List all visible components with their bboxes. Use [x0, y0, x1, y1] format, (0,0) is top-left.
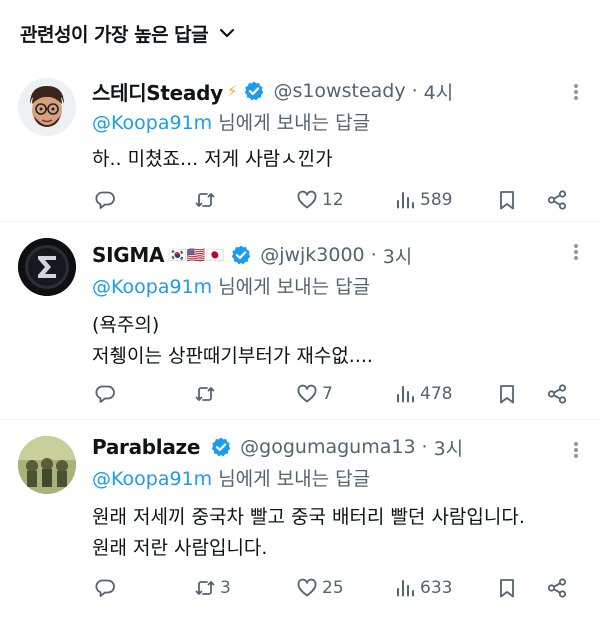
timestamp[interactable]: 3시 [383, 242, 413, 269]
reply-context-suffix: 님에게 보내는 답글 [212, 468, 371, 490]
avatar[interactable] [18, 238, 76, 296]
separator-dot: · [421, 436, 428, 458]
user-handle[interactable]: @gogumaguma13 [240, 436, 415, 458]
verified-badge-icon [230, 244, 252, 266]
reply-context: @Koopa91m 님에게 보내는 답글 [92, 106, 586, 140]
reply-context: @Koopa91m 님에게 보내는 답글 [92, 270, 586, 304]
avatar[interactable] [18, 78, 76, 136]
reply-tweet[interactable]: Parablaze @gogumaguma13 · 3시 @Koopa91m 님… [0, 420, 600, 617]
avatar[interactable] [18, 436, 76, 494]
share-button[interactable] [546, 383, 568, 405]
view-count: 633 [420, 578, 453, 598]
retweet-button[interactable] [194, 383, 220, 405]
sort-label: 관련성이 가장 높은 답글 [20, 23, 209, 46]
reply-bubble-icon [95, 385, 115, 403]
separator-dot: · [411, 80, 418, 102]
reply-bubble-icon [95, 191, 115, 209]
display-name[interactable]: Parablaze [92, 435, 200, 459]
share-icon [547, 578, 567, 598]
like-count: 12 [322, 190, 344, 210]
mention-link[interactable]: @Koopa91m [92, 276, 212, 298]
reply-button[interactable] [94, 189, 120, 211]
chevron-down-icon [218, 24, 236, 42]
bookmark-button[interactable] [496, 383, 518, 405]
heart-icon [297, 190, 317, 209]
tweet-text-line: 원래 저세끼 중국차 빨고 중국 배터리 빨던 사람입니다. [92, 506, 525, 528]
mention-link[interactable]: @Koopa91m [92, 468, 212, 490]
mention-link[interactable]: @Koopa91m [92, 112, 212, 134]
reply-sort-selector[interactable]: 관련성이 가장 높은 답글 [0, 0, 600, 66]
share-button[interactable] [546, 189, 568, 211]
lightning-emoji: ⚡ [226, 82, 238, 100]
like-button[interactable]: 25 [296, 577, 344, 599]
share-icon [547, 384, 567, 404]
tweet-text-line: (욕주의) [92, 314, 160, 336]
separator-dot: · [370, 244, 377, 266]
reply-context-suffix: 님에게 보내는 답글 [212, 112, 371, 134]
like-count: 7 [322, 384, 333, 404]
retweet-icon [195, 387, 215, 401]
flag-emojis: 🇰🇷🇺🇸🇯🇵 [168, 246, 225, 264]
heart-icon [297, 384, 317, 403]
view-count: 478 [420, 384, 453, 404]
view-count: 589 [420, 190, 453, 210]
views-bar-chart-icon [397, 192, 414, 209]
tweet-text-line: 하.. 미쳤죠... 저게 사람ㅅ낀가 [92, 148, 333, 170]
views-bar-chart-icon [397, 580, 414, 597]
reply-tweet[interactable]: SIGMA 🇰🇷🇺🇸🇯🇵 @jwjk3000 · 3시 @Koopa91m 님에… [0, 222, 600, 420]
views-button[interactable]: 478 [394, 383, 452, 405]
user-handle[interactable]: @jwjk3000 [260, 244, 364, 266]
retweet-button[interactable]: 3 [194, 577, 231, 599]
reply-button[interactable] [94, 383, 120, 405]
verified-badge-icon [243, 80, 265, 102]
bookmark-icon [500, 385, 514, 404]
views-button[interactable]: 589 [394, 189, 452, 211]
verified-badge-icon [210, 436, 232, 458]
bookmark-icon [500, 191, 514, 210]
retweet-icon [195, 581, 215, 595]
reply-bubble-icon [95, 579, 115, 597]
retweet-button[interactable] [194, 189, 220, 211]
bookmark-icon [500, 579, 514, 598]
tweet-text-line: 원래 저란 사람입니다. [92, 537, 268, 559]
display-name[interactable]: SIGMA [92, 243, 164, 267]
like-button[interactable]: 12 [296, 189, 344, 211]
share-icon [547, 190, 567, 210]
reply-context: @Koopa91m 님에게 보내는 답글 [92, 462, 586, 496]
views-button[interactable]: 633 [394, 577, 452, 599]
like-button[interactable]: 7 [296, 383, 333, 405]
reply-tweet[interactable]: 스테디Steady ⚡ @s1owsteady · 4시 @Koopa91m 님… [0, 66, 600, 222]
timestamp[interactable]: 4시 [424, 78, 454, 105]
timestamp[interactable]: 3시 [434, 434, 464, 461]
tweet-text-line: 저췡이는 상판때기부터가 재수없.... [92, 345, 373, 367]
retweet-count: 3 [220, 578, 231, 598]
user-handle[interactable]: @s1owsteady [273, 80, 405, 102]
views-bar-chart-icon [397, 386, 414, 403]
reply-context-suffix: 님에게 보내는 답글 [212, 276, 371, 298]
retweet-icon [195, 193, 215, 207]
bookmark-button[interactable] [496, 577, 518, 599]
heart-icon [297, 578, 317, 597]
reply-button[interactable] [94, 577, 120, 599]
like-count: 25 [322, 578, 344, 598]
display-name[interactable]: 스테디Steady [92, 77, 223, 106]
share-button[interactable] [546, 577, 568, 599]
bookmark-button[interactable] [496, 189, 518, 211]
